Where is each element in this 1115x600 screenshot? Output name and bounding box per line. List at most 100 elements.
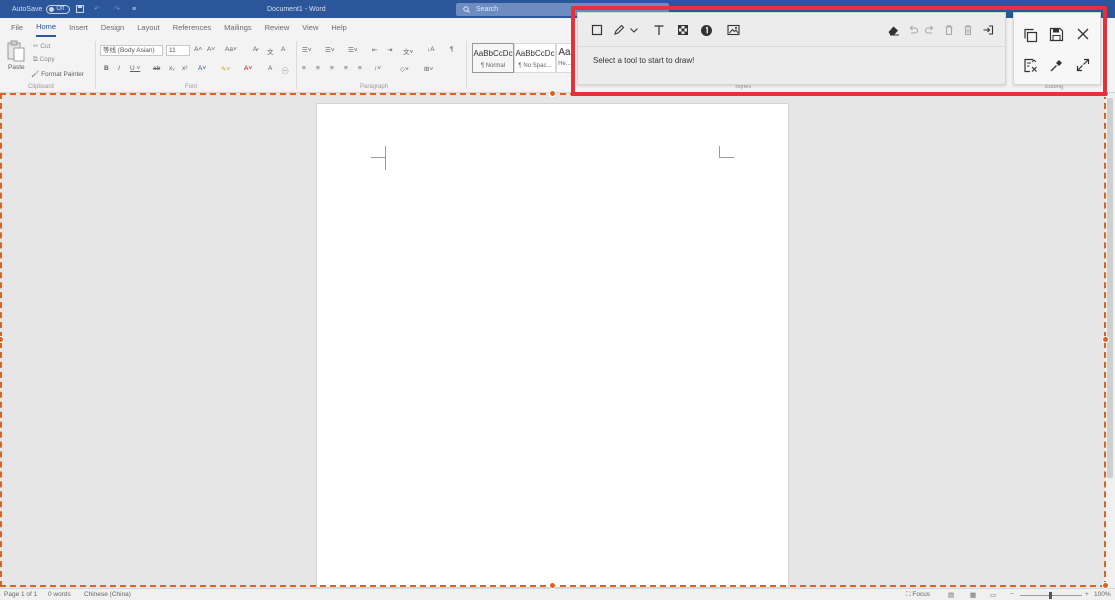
subscript-icon[interactable]: x₂ xyxy=(169,65,175,72)
eraser-icon[interactable] xyxy=(885,22,901,38)
decrease-indent-icon[interactable]: ⇤ xyxy=(372,46,377,54)
distributed-icon[interactable]: ≡ xyxy=(358,65,362,72)
ocr-icon[interactable] xyxy=(1046,55,1066,75)
copy-button[interactable]: ⧉ Copy xyxy=(33,56,55,64)
style-name: ¶ Normal xyxy=(480,63,506,69)
exit-draw-icon[interactable] xyxy=(980,22,996,38)
resize-handle-right[interactable] xyxy=(1102,336,1109,343)
strikethrough-icon[interactable]: ab xyxy=(153,65,160,72)
language-indicator[interactable]: Chinese (China) xyxy=(84,591,131,598)
tab-help[interactable]: Help xyxy=(331,18,346,37)
cut-button[interactable]: ✂ Cut xyxy=(33,42,50,50)
tab-review[interactable]: Review xyxy=(265,18,290,37)
italic-icon[interactable]: I xyxy=(118,65,120,72)
step-number-icon[interactable] xyxy=(698,22,714,38)
margin-mark-top-left xyxy=(385,146,386,170)
enclose-characters-icon[interactable]: ㊀ xyxy=(282,65,289,75)
borders-icon[interactable]: ⊞˅ xyxy=(424,65,433,73)
zoom-in-icon[interactable]: + xyxy=(1085,591,1089,598)
read-mode-icon[interactable]: ▤ xyxy=(948,591,954,599)
phonetic-guide-icon[interactable]: 文 xyxy=(267,46,274,56)
autosave-toggle[interactable]: Off xyxy=(46,4,71,14)
underline-icon[interactable]: U ˅ xyxy=(130,65,140,72)
align-center-icon[interactable]: ≡ xyxy=(316,65,320,72)
resize-handle-top-right[interactable] xyxy=(1102,90,1109,97)
tab-home[interactable]: Home xyxy=(36,18,57,37)
fullscreen-icon[interactable] xyxy=(1073,55,1093,75)
resize-handle-top[interactable] xyxy=(549,90,556,97)
bullets-icon[interactable]: ☰˅ xyxy=(302,46,312,54)
align-right-icon[interactable]: ≡ xyxy=(330,65,334,72)
undo-icon[interactable] xyxy=(905,22,921,38)
format-painter-button[interactable]: 🖌 Format Painter xyxy=(31,70,84,78)
zoom-out-icon[interactable]: − xyxy=(1010,591,1014,598)
style-heading-1[interactable]: Aa He... xyxy=(556,43,572,73)
clear-formatting-icon[interactable]: A̷ xyxy=(253,46,257,53)
character-shading-icon[interactable]: A xyxy=(268,65,272,72)
tab-mailings[interactable]: Mailings xyxy=(224,18,252,37)
document-page[interactable] xyxy=(316,103,789,588)
numbering-icon[interactable]: ☰˅ xyxy=(325,46,335,54)
customize-quick-access-icon[interactable]: ≡ xyxy=(132,0,136,18)
style-normal[interactable]: AaBbCcDc ¶ Normal xyxy=(472,43,514,73)
font-size-select[interactable]: 11 xyxy=(166,45,190,56)
tab-layout[interactable]: Layout xyxy=(137,18,160,37)
redo-icon[interactable] xyxy=(922,22,938,38)
capture-action-panel xyxy=(1013,12,1101,85)
save-icon[interactable] xyxy=(1046,24,1066,44)
undo-icon[interactable]: ↶ xyxy=(94,0,100,18)
tab-insert[interactable]: Insert xyxy=(69,18,88,37)
shrink-font-icon[interactable]: A˅ xyxy=(207,46,215,53)
web-layout-icon[interactable]: ▭ xyxy=(990,591,996,599)
superscript-icon[interactable]: x² xyxy=(182,65,187,72)
zoom-level[interactable]: 100% xyxy=(1094,591,1111,598)
tab-file[interactable]: File xyxy=(11,18,23,37)
print-layout-icon[interactable]: ▦ xyxy=(970,591,976,599)
zoom-slider-thumb[interactable] xyxy=(1049,592,1052,599)
change-case-icon[interactable]: Aa˅ xyxy=(225,46,237,53)
highlight-color-icon[interactable]: ✎˅ xyxy=(221,65,230,73)
focus-mode-button[interactable]: ⛶ Focus xyxy=(906,591,930,599)
save-icon[interactable] xyxy=(76,0,84,18)
bold-icon[interactable]: B xyxy=(104,65,109,72)
clear-all-icon[interactable] xyxy=(960,22,976,38)
text-icon[interactable] xyxy=(651,22,667,38)
close-icon[interactable] xyxy=(1073,24,1093,44)
word-count[interactable]: 0 words xyxy=(48,591,71,598)
justify-icon[interactable]: ≡ xyxy=(344,65,348,72)
grow-font-icon[interactable]: A˄ xyxy=(194,46,202,53)
text-effects-icon[interactable]: A˅ xyxy=(198,65,206,72)
font-name-select[interactable]: 等线 (Body Asian) xyxy=(100,45,163,56)
style-no-spacing[interactable]: AaBbCcDc ¶ No Spac... xyxy=(514,43,556,73)
chevron-down-icon[interactable] xyxy=(628,22,640,38)
chinese-layout-icon[interactable]: 文˅ xyxy=(403,46,413,56)
show-marks-icon[interactable]: ¶ xyxy=(450,46,454,53)
copy-icon[interactable] xyxy=(1020,25,1040,45)
pin-icon[interactable] xyxy=(1020,55,1040,75)
character-border-icon[interactable]: A xyxy=(281,46,285,53)
pen-icon[interactable] xyxy=(611,22,627,38)
increase-indent-icon[interactable]: ⇥ xyxy=(387,46,392,54)
shading-icon[interactable]: ◇˅ xyxy=(400,65,409,73)
copy-label: Copy xyxy=(39,56,55,63)
delete-icon[interactable] xyxy=(941,22,957,38)
paste-button[interactable]: Paste xyxy=(7,40,27,80)
align-left-icon[interactable]: ≡ xyxy=(302,65,306,72)
autosave[interactable]: AutoSave Off xyxy=(12,0,71,18)
mosaic-icon[interactable] xyxy=(675,22,691,38)
resize-handle-bottom[interactable] xyxy=(549,582,556,589)
sort-icon[interactable]: ↓A xyxy=(427,46,435,53)
group-label-paragraph: Paragraph xyxy=(360,84,389,90)
page-count[interactable]: Page 1 of 1 xyxy=(4,591,37,598)
rectangle-icon[interactable] xyxy=(589,22,605,38)
resize-handle-bottom-right[interactable] xyxy=(1102,582,1109,589)
tab-references[interactable]: References xyxy=(173,18,211,37)
line-spacing-icon[interactable]: ↕˅ xyxy=(374,65,381,72)
tab-view[interactable]: View xyxy=(302,18,318,37)
tab-design[interactable]: Design xyxy=(101,18,124,37)
multilevel-list-icon[interactable]: ☰˅ xyxy=(348,46,358,54)
scrollbar-thumb[interactable] xyxy=(1107,98,1113,478)
font-color-icon[interactable]: A˅ xyxy=(244,65,252,72)
redo-icon[interactable]: ↷ xyxy=(114,0,120,18)
image-icon[interactable] xyxy=(725,22,741,38)
